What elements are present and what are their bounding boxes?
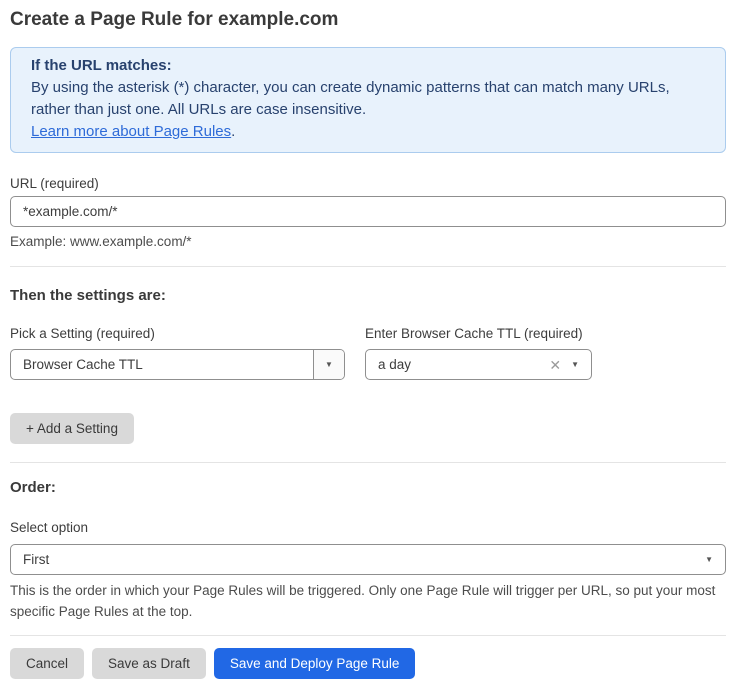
add-setting-button[interactable]: + Add a Setting bbox=[10, 413, 134, 444]
order-select-value: First bbox=[11, 552, 705, 567]
ttl-picker-select[interactable]: a day ✕ ▼ bbox=[365, 349, 592, 380]
clear-icon[interactable]: ✕ bbox=[549, 358, 561, 372]
info-box-link-line: Learn more about Page Rules. bbox=[31, 121, 705, 143]
order-select-label: Select option bbox=[10, 519, 726, 536]
order-section-heading: Order: bbox=[10, 479, 726, 497]
save-and-deploy-button[interactable]: Save and Deploy Page Rule bbox=[214, 648, 416, 679]
settings-row: Pick a Setting (required) Browser Cache … bbox=[10, 325, 726, 380]
url-field-label: URL (required) bbox=[10, 175, 726, 192]
caret-down-icon: ▼ bbox=[571, 361, 579, 369]
setting-picker-select[interactable]: Browser Cache TTL ▼ bbox=[10, 349, 345, 380]
learn-more-link[interactable]: Learn more about Page Rules bbox=[31, 123, 231, 140]
link-suffix: . bbox=[231, 123, 235, 140]
setting-picker-value: Browser Cache TTL bbox=[11, 357, 313, 372]
caret-down-icon: ▼ bbox=[325, 361, 333, 369]
order-select[interactable]: First ▼ bbox=[10, 544, 726, 575]
url-match-info-box: If the URL matches: By using the asteris… bbox=[10, 47, 726, 153]
caret-down-icon: ▼ bbox=[705, 556, 725, 564]
cancel-button[interactable]: Cancel bbox=[10, 648, 84, 679]
info-box-heading: If the URL matches: bbox=[31, 55, 705, 77]
divider bbox=[10, 266, 726, 267]
ttl-picker-icons: ✕ ▼ bbox=[549, 358, 591, 372]
url-field-helper: Example: www.example.com/* bbox=[10, 233, 726, 250]
setting-picker-column: Pick a Setting (required) Browser Cache … bbox=[10, 325, 345, 380]
save-as-draft-button[interactable]: Save as Draft bbox=[92, 648, 206, 679]
setting-picker-caret-section[interactable]: ▼ bbox=[313, 350, 344, 379]
info-box-body: By using the asterisk (*) character, you… bbox=[31, 77, 705, 121]
setting-picker-label: Pick a Setting (required) bbox=[10, 325, 345, 342]
page-rule-form: Create a Page Rule for example.com If th… bbox=[0, 0, 736, 679]
settings-section-heading: Then the settings are: bbox=[10, 287, 726, 305]
ttl-picker-label: Enter Browser Cache TTL (required) bbox=[365, 325, 592, 342]
divider bbox=[10, 462, 726, 463]
divider bbox=[10, 635, 726, 636]
footer-actions: Cancel Save as Draft Save and Deploy Pag… bbox=[10, 648, 726, 679]
order-helper-text: This is the order in which your Page Rul… bbox=[10, 580, 726, 622]
page-title: Create a Page Rule for example.com bbox=[10, 8, 726, 31]
url-input[interactable] bbox=[10, 196, 726, 227]
ttl-picker-value: a day bbox=[366, 357, 549, 372]
ttl-picker-column: Enter Browser Cache TTL (required) a day… bbox=[365, 325, 592, 380]
